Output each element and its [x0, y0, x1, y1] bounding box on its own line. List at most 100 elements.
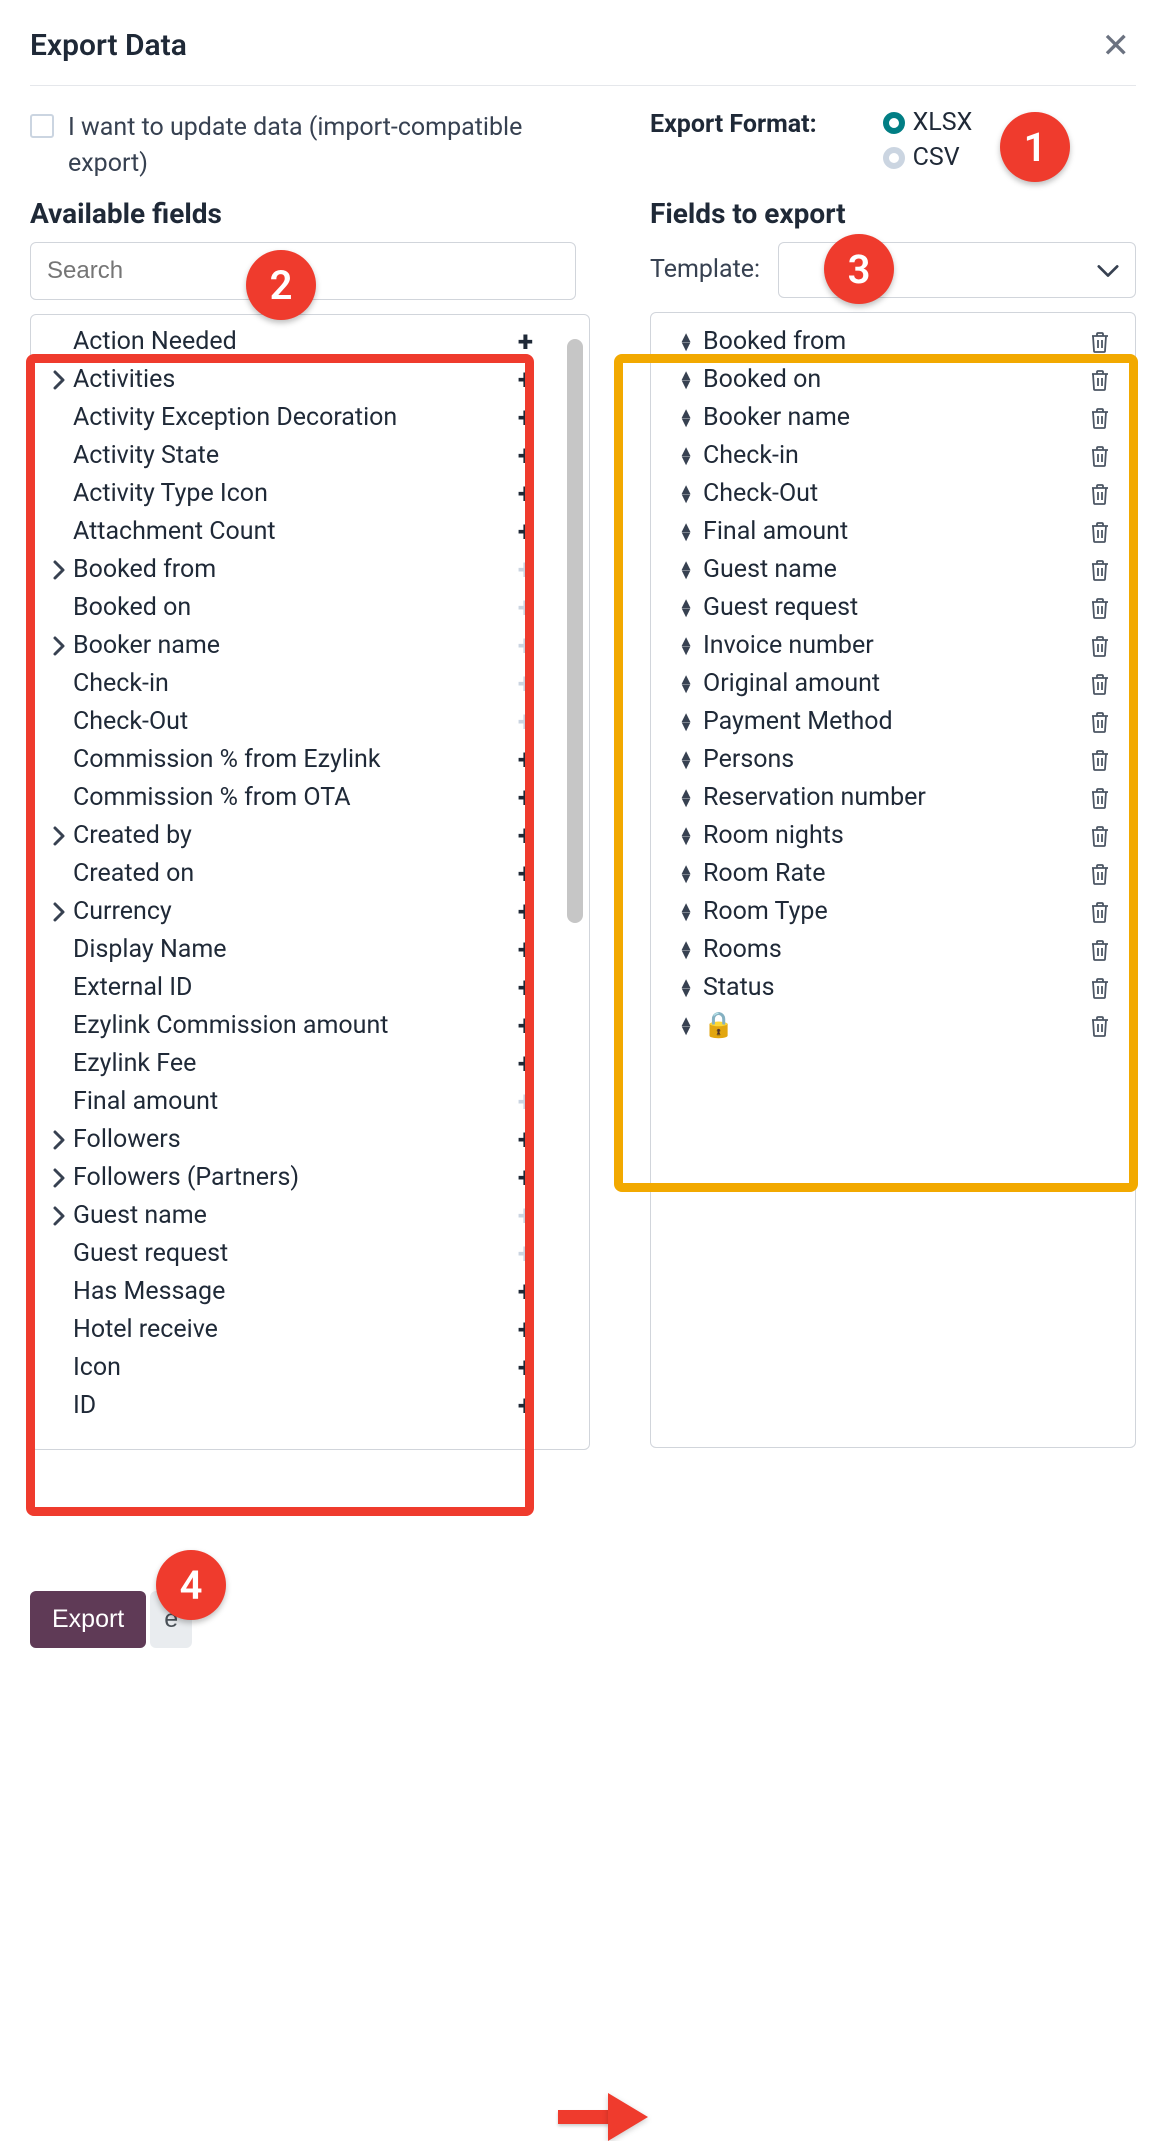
trash-icon[interactable]	[1089, 444, 1111, 468]
add-field-icon[interactable]: +	[518, 442, 533, 470]
export-field-row[interactable]: ▲▼Status	[651, 969, 1135, 1007]
add-field-icon[interactable]: +	[518, 480, 533, 508]
update-data-option[interactable]: I want to update data (import-compatible…	[30, 110, 590, 183]
add-field-icon[interactable]: +	[518, 1012, 533, 1040]
export-field-row[interactable]: ▲▼Booker name	[651, 399, 1135, 437]
export-field-row[interactable]: ▲▼🔒	[651, 1007, 1135, 1045]
add-field-icon[interactable]: +	[518, 746, 533, 774]
add-field-icon[interactable]: +	[518, 898, 533, 926]
trash-icon[interactable]	[1089, 824, 1111, 848]
trash-icon[interactable]	[1089, 862, 1111, 886]
chevron-right-icon[interactable]	[49, 901, 69, 923]
add-field-icon[interactable]: +	[518, 1164, 533, 1192]
add-field-icon[interactable]: +	[518, 1050, 533, 1078]
drag-handle-icon[interactable]: ▲▼	[675, 903, 697, 920]
close-icon[interactable]: ✕	[1096, 29, 1137, 63]
export-field-row[interactable]: ▲▼Room Type	[651, 893, 1135, 931]
available-field-row[interactable]: ID+	[31, 1387, 589, 1425]
available-field-row[interactable]: Activity State+	[31, 437, 589, 475]
export-field-row[interactable]: ▲▼Room Rate	[651, 855, 1135, 893]
drag-handle-icon[interactable]: ▲▼	[675, 941, 697, 958]
drag-handle-icon[interactable]: ▲▼	[675, 371, 697, 388]
drag-handle-icon[interactable]: ▲▼	[675, 523, 697, 540]
available-field-row[interactable]: Has Message+	[31, 1273, 589, 1311]
available-field-row[interactable]: Followers (Partners)+	[31, 1159, 589, 1197]
available-field-row[interactable]: External ID+	[31, 969, 589, 1007]
radio-csv[interactable]	[883, 147, 905, 169]
trash-icon[interactable]	[1089, 938, 1111, 962]
drag-handle-icon[interactable]: ▲▼	[675, 751, 697, 768]
drag-handle-icon[interactable]: ▲▼	[675, 865, 697, 882]
available-field-row[interactable]: Icon+	[31, 1349, 589, 1387]
export-field-row[interactable]: ▲▼Persons	[651, 741, 1135, 779]
trash-icon[interactable]	[1089, 748, 1111, 772]
export-field-row[interactable]: ▲▼Reservation number	[651, 779, 1135, 817]
available-field-row[interactable]: Booked from+	[31, 551, 589, 589]
available-field-row[interactable]: Commission % from OTA+	[31, 779, 589, 817]
export-field-row[interactable]: ▲▼Check-Out	[651, 475, 1135, 513]
drag-handle-icon[interactable]: ▲▼	[675, 713, 697, 730]
export-field-row[interactable]: ▲▼Check-in	[651, 437, 1135, 475]
export-field-row[interactable]: ▲▼Booked on	[651, 361, 1135, 399]
drag-handle-icon[interactable]: ▲▼	[675, 485, 697, 502]
drag-handle-icon[interactable]: ▲▼	[675, 789, 697, 806]
add-field-icon[interactable]: +	[518, 366, 533, 394]
add-field-icon[interactable]: +	[518, 1392, 533, 1420]
add-field-icon[interactable]: +	[518, 1354, 533, 1382]
add-field-icon[interactable]: +	[518, 974, 533, 1002]
radio-xlsx[interactable]	[883, 112, 905, 134]
available-field-row[interactable]: Booked on+	[31, 589, 589, 627]
available-field-row[interactable]: Booker name+	[31, 627, 589, 665]
available-field-row[interactable]: Ezylink Fee+	[31, 1045, 589, 1083]
chevron-right-icon[interactable]	[49, 825, 69, 847]
update-data-checkbox[interactable]	[30, 114, 54, 138]
add-field-icon[interactable]: +	[518, 822, 533, 850]
trash-icon[interactable]	[1089, 634, 1111, 658]
trash-icon[interactable]	[1089, 520, 1111, 544]
chevron-right-icon[interactable]	[49, 1129, 69, 1151]
chevron-right-icon[interactable]	[49, 559, 69, 581]
export-field-row[interactable]: ▲▼Original amount	[651, 665, 1135, 703]
add-field-icon[interactable]: +	[518, 1278, 533, 1306]
available-field-row[interactable]: Created on+	[31, 855, 589, 893]
drag-handle-icon[interactable]: ▲▼	[675, 675, 697, 692]
available-field-row[interactable]: Check-in+	[31, 665, 589, 703]
drag-handle-icon[interactable]: ▲▼	[675, 599, 697, 616]
available-field-row[interactable]: Check-Out+	[31, 703, 589, 741]
export-field-row[interactable]: ▲▼Guest name	[651, 551, 1135, 589]
trash-icon[interactable]	[1089, 406, 1111, 430]
export-button[interactable]: Export	[30, 1591, 146, 1648]
available-fields-list[interactable]: Action Needed+Activities+Activity Except…	[31, 315, 589, 1449]
drag-handle-icon[interactable]: ▲▼	[675, 409, 697, 426]
available-field-row[interactable]: Hotel receive+	[31, 1311, 589, 1349]
add-field-icon[interactable]: +	[518, 1316, 533, 1344]
trash-icon[interactable]	[1089, 596, 1111, 620]
add-field-icon[interactable]: +	[518, 328, 533, 356]
available-field-row[interactable]: Created by+	[31, 817, 589, 855]
available-field-row[interactable]: Activity Type Icon+	[31, 475, 589, 513]
radio-option-xlsx[interactable]: XLSX	[883, 108, 973, 137]
available-field-row[interactable]: Display Name+	[31, 931, 589, 969]
available-field-row[interactable]: Commission % from Ezylink+	[31, 741, 589, 779]
add-field-icon[interactable]: +	[518, 936, 533, 964]
trash-icon[interactable]	[1089, 976, 1111, 1000]
chevron-right-icon[interactable]	[49, 1205, 69, 1227]
export-field-row[interactable]: ▲▼Payment Method	[651, 703, 1135, 741]
drag-handle-icon[interactable]: ▲▼	[675, 827, 697, 844]
trash-icon[interactable]	[1089, 368, 1111, 392]
trash-icon[interactable]	[1089, 558, 1111, 582]
export-field-row[interactable]: ▲▼Rooms	[651, 931, 1135, 969]
trash-icon[interactable]	[1089, 672, 1111, 696]
add-field-icon[interactable]: +	[518, 784, 533, 812]
export-field-row[interactable]: ▲▼Final amount	[651, 513, 1135, 551]
scrollbar-track[interactable]	[567, 339, 583, 1425]
drag-handle-icon[interactable]: ▲▼	[675, 637, 697, 654]
available-field-row[interactable]: Action Needed+	[31, 323, 589, 361]
export-field-row[interactable]: ▲▼Guest request	[651, 589, 1135, 627]
available-field-row[interactable]: Guest request+	[31, 1235, 589, 1273]
add-field-icon[interactable]: +	[518, 860, 533, 888]
trash-icon[interactable]	[1089, 1014, 1111, 1038]
available-field-row[interactable]: Attachment Count+	[31, 513, 589, 551]
trash-icon[interactable]	[1089, 900, 1111, 924]
drag-handle-icon[interactable]: ▲▼	[675, 447, 697, 464]
